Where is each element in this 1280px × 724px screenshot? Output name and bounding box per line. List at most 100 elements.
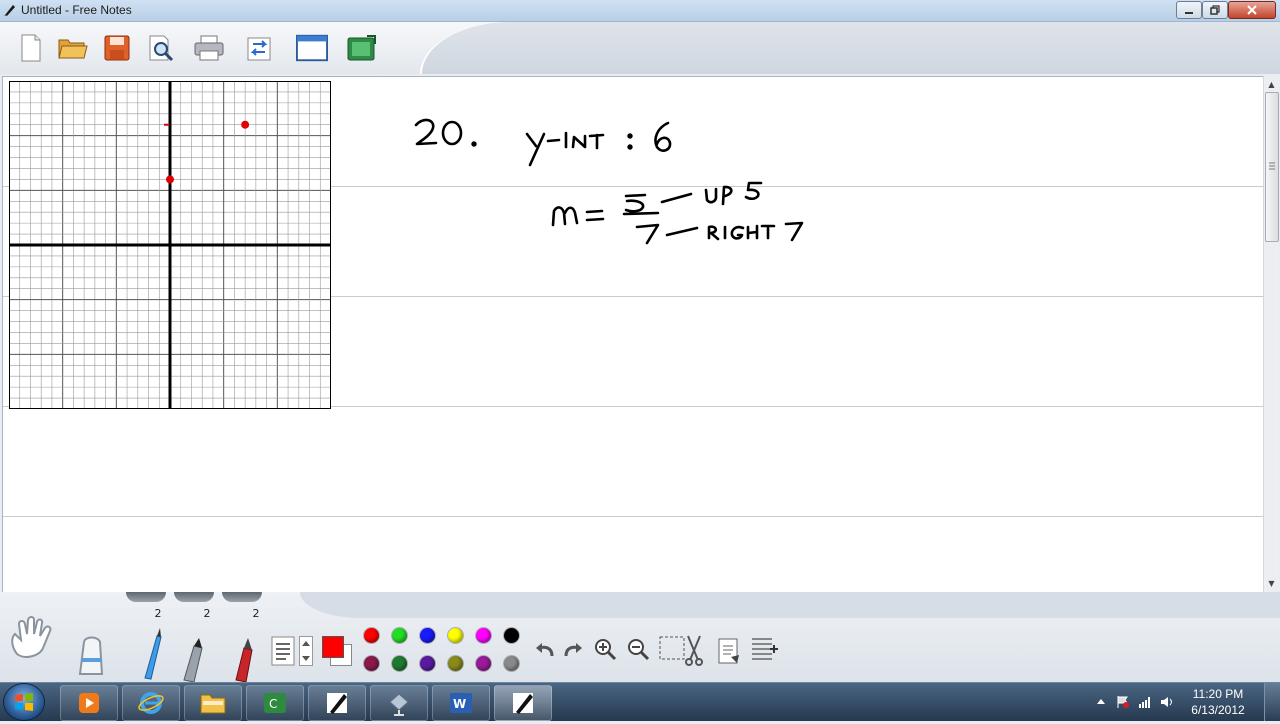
pen-width-tab[interactable] bbox=[222, 592, 262, 602]
start-button[interactable] bbox=[4, 684, 44, 720]
import-export-icon bbox=[247, 37, 271, 61]
show-desktop-button[interactable] bbox=[1264, 683, 1280, 721]
eraser-tool[interactable] bbox=[74, 630, 108, 678]
scroll-down-arrow-icon[interactable]: ▼ bbox=[1264, 577, 1279, 591]
eraser-icon bbox=[78, 636, 104, 675]
open-button[interactable] bbox=[57, 32, 89, 64]
minimize-button[interactable] bbox=[1176, 1, 1202, 19]
taskbar-internet-explorer[interactable] bbox=[122, 685, 180, 721]
taskbar-media-player[interactable] bbox=[60, 685, 118, 721]
window-view-button[interactable] bbox=[296, 32, 328, 64]
print-button[interactable] bbox=[193, 32, 225, 64]
color-swatch[interactable] bbox=[392, 628, 407, 643]
color-swatch[interactable] bbox=[420, 656, 435, 671]
taskbar-word[interactable]: W bbox=[432, 685, 490, 721]
restore-button[interactable] bbox=[1202, 1, 1228, 19]
internet-explorer-icon bbox=[138, 692, 164, 714]
svg-text:C: C bbox=[269, 697, 277, 711]
color-swatch[interactable] bbox=[476, 656, 491, 671]
paste-icon bbox=[718, 638, 739, 664]
selected-color-box[interactable] bbox=[322, 636, 344, 658]
text-lines-icon bbox=[271, 636, 295, 666]
brush-icon bbox=[235, 638, 253, 682]
pen-width-tab[interactable] bbox=[174, 592, 214, 602]
undo-icon bbox=[536, 643, 554, 657]
note-page[interactable] bbox=[2, 76, 1264, 593]
windows-logo-icon bbox=[15, 693, 33, 711]
zoom-out-icon bbox=[628, 639, 650, 661]
color-swatch[interactable] bbox=[504, 628, 519, 643]
new-document-button[interactable] bbox=[15, 32, 47, 64]
system-clock[interactable]: 11:20 PM 6/13/2012 bbox=[1180, 686, 1256, 718]
color-swatch[interactable] bbox=[448, 656, 463, 671]
word-icon: W bbox=[450, 693, 472, 713]
file-explorer-icon bbox=[200, 694, 226, 714]
scroll-up-arrow-icon[interactable]: ▲ bbox=[1264, 78, 1279, 92]
paste-button[interactable] bbox=[716, 634, 742, 666]
redo-icon bbox=[564, 643, 582, 657]
color-swatch[interactable] bbox=[364, 628, 379, 643]
color-swatch[interactable] bbox=[364, 656, 379, 671]
insert-page-button[interactable] bbox=[750, 634, 780, 666]
graph-grid bbox=[8, 80, 332, 410]
tray-signal-icon[interactable] bbox=[1138, 695, 1152, 709]
scroll-thumb[interactable] bbox=[1265, 92, 1279, 242]
svg-text:W: W bbox=[453, 697, 466, 711]
open-folder-icon bbox=[58, 39, 88, 59]
clock-date: 6/13/2012 bbox=[1191, 703, 1245, 717]
taskbar-camtasia[interactable]: C bbox=[246, 685, 304, 721]
close-button[interactable] bbox=[1228, 1, 1276, 19]
notes-pen-icon bbox=[327, 693, 347, 714]
vertical-scrollbar[interactable]: ▲ ▼ bbox=[1263, 76, 1279, 592]
zoom-in-button[interactable] bbox=[592, 636, 618, 662]
plotted-point bbox=[166, 175, 174, 184]
slope-label-strokes bbox=[551, 206, 605, 227]
main-toolbar bbox=[0, 22, 1280, 74]
tray-volume-icon[interactable] bbox=[1160, 695, 1174, 709]
width-stepper[interactable] bbox=[298, 636, 314, 666]
pen-width-tab[interactable] bbox=[126, 592, 166, 602]
tools-decoration bbox=[300, 592, 1280, 618]
app-pen-icon bbox=[4, 5, 15, 16]
taskbar-free-notes[interactable] bbox=[494, 685, 552, 721]
color-swatch[interactable] bbox=[504, 656, 519, 671]
run-strokes bbox=[635, 221, 804, 245]
print-preview-icon bbox=[149, 35, 174, 62]
marker-icon bbox=[183, 638, 203, 682]
marker-tool[interactable] bbox=[178, 634, 212, 682]
save-icon bbox=[104, 35, 130, 61]
pencil-icon bbox=[144, 628, 162, 680]
save-button[interactable] bbox=[101, 32, 133, 64]
screen-capture-button[interactable] bbox=[346, 32, 378, 64]
taskbar-file-explorer[interactable] bbox=[184, 685, 242, 721]
select-cut-button[interactable] bbox=[658, 634, 706, 666]
pencil-tool[interactable] bbox=[135, 628, 169, 680]
media-player-icon bbox=[79, 693, 99, 713]
redo-button[interactable] bbox=[562, 640, 584, 660]
taskbar-network[interactable] bbox=[370, 685, 428, 721]
tray-expand-icon[interactable] bbox=[1094, 695, 1108, 709]
plotted-point bbox=[241, 120, 250, 129]
undo-button[interactable] bbox=[534, 640, 556, 660]
network-icon bbox=[389, 693, 409, 716]
pen-width-label: 2 bbox=[203, 607, 211, 620]
color-swatch[interactable] bbox=[420, 628, 435, 643]
taskbar: C W 11:20 PM 6/13/2012 bbox=[0, 682, 1280, 721]
grip-icon bbox=[1269, 162, 1275, 170]
color-swatch[interactable] bbox=[448, 628, 463, 643]
pen-width-label: 2 bbox=[154, 607, 162, 620]
color-swatch[interactable] bbox=[392, 656, 407, 671]
taskbar-notes-pen[interactable] bbox=[308, 685, 366, 721]
zoom-out-button[interactable] bbox=[625, 636, 651, 662]
new-document-icon bbox=[21, 34, 41, 62]
hand-icon bbox=[11, 616, 52, 658]
import-export-button[interactable] bbox=[244, 32, 276, 64]
tray-flag-icon[interactable] bbox=[1116, 695, 1130, 709]
coordinate-graph[interactable] bbox=[8, 80, 332, 410]
screen-capture-icon bbox=[347, 35, 376, 61]
hand-tool[interactable] bbox=[6, 614, 62, 660]
color-swatch[interactable] bbox=[476, 628, 491, 643]
brush-tool[interactable] bbox=[228, 632, 262, 682]
text-lines-tool[interactable] bbox=[270, 634, 296, 666]
print-preview-button[interactable] bbox=[145, 32, 177, 64]
